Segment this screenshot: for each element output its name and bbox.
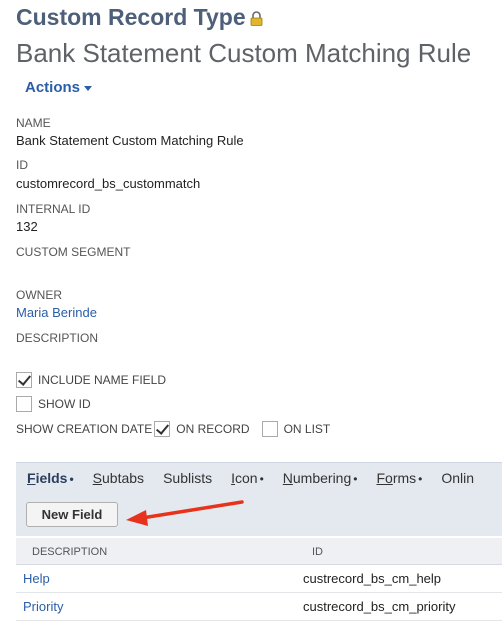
chevron-down-icon (84, 86, 93, 91)
name-value: Bank Statement Custom Matching Rule (16, 133, 244, 148)
column-header-id: ID (312, 546, 323, 558)
annotation-arrow-icon (126, 500, 244, 526)
internal-id-label: INTERNAL ID (16, 202, 91, 216)
id-label: ID (16, 158, 28, 172)
tab-forms[interactable]: Forms • (376, 470, 422, 486)
on-record-label: ON RECORD (176, 422, 250, 436)
name-label: NAME (16, 116, 51, 130)
tab-icon[interactable]: Icon • (231, 470, 264, 486)
actions-menu[interactable]: Actions (25, 79, 93, 96)
tab-sublists[interactable]: Sublists (163, 470, 212, 486)
table-row: Priority custrecord_bs_cm_priority (16, 593, 502, 621)
tab-numbering[interactable]: Numbering • (283, 470, 358, 486)
record-type-label: Custom Record Type (16, 4, 246, 30)
description-label: DESCRIPTION (16, 331, 99, 345)
page-title: Bank Statement Custom Matching Rule (16, 38, 472, 68)
column-header-description: DESCRIPTION (32, 546, 108, 558)
on-list-checkbox[interactable] (261, 421, 278, 437)
on-record-checkbox[interactable] (154, 421, 171, 437)
owner-label: OWNER (16, 288, 62, 302)
show-creation-date-label: SHOW CREATION DATE (16, 422, 153, 436)
new-field-button[interactable]: New Field (26, 502, 118, 527)
fields-table-header: DESCRIPTION ID (16, 538, 502, 565)
subtab-bar: Fields • Subtabs Sublists Icon • Numbering… (16, 462, 502, 492)
custom-segment-label: CUSTOM SEGMENT (16, 245, 131, 259)
show-id-label: SHOW ID (38, 397, 91, 411)
include-name-field-label: INCLUDE NAME FIELD (38, 373, 167, 387)
field-description-link[interactable]: Help (23, 571, 50, 586)
field-id: custrecord_bs_cm_help (303, 571, 442, 586)
owner-link[interactable]: Maria Berinde (16, 305, 97, 320)
show-creation-date-row: SHOW CREATION DATE ON RECORD ON LIST (16, 421, 330, 437)
internal-id-value: 132 (16, 219, 38, 234)
tab-fields[interactable]: Fields • (27, 470, 74, 486)
actions-label: Actions (25, 79, 81, 96)
tab-subtabs[interactable]: Subtabs (93, 470, 144, 486)
lock-icon (250, 5, 263, 32)
include-name-field-checkbox[interactable] (16, 372, 32, 388)
id-value: customrecord_bs_custommatch (16, 176, 201, 191)
field-description-link[interactable]: Priority (23, 599, 63, 614)
table-row: Help custrecord_bs_cm_help (16, 565, 502, 593)
show-id-checkbox[interactable] (16, 396, 32, 412)
tab-online[interactable]: Onlin (441, 470, 474, 486)
field-id: custrecord_bs_cm_priority (303, 599, 456, 614)
record-type-heading: Custom Record Type (16, 4, 263, 32)
include-name-field-row: INCLUDE NAME FIELD (16, 372, 166, 388)
on-list-label: ON LIST (283, 422, 331, 436)
show-id-row: SHOW ID (16, 396, 91, 412)
